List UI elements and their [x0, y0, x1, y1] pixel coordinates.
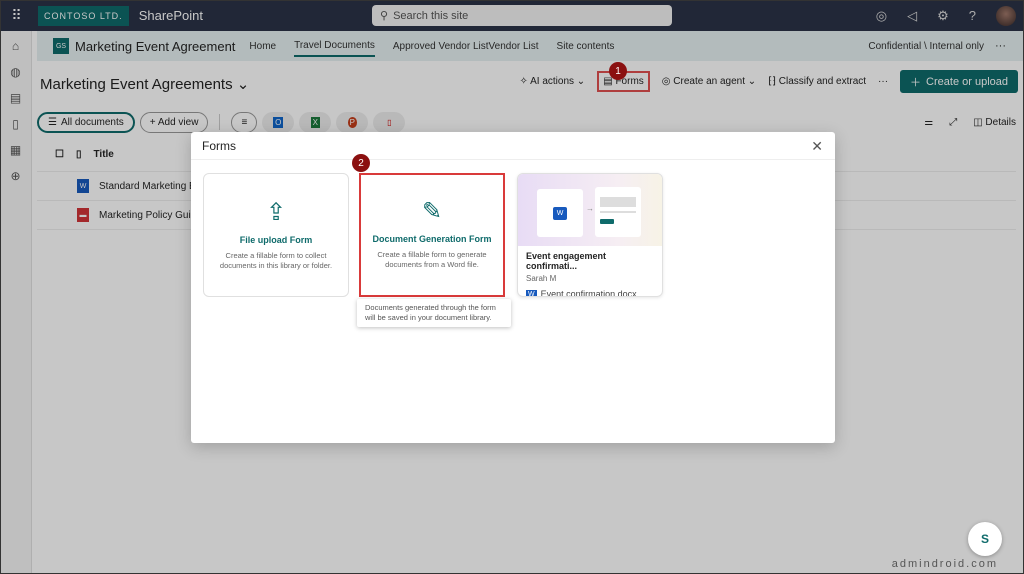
- tooltip: Documents generated through the form wil…: [357, 299, 511, 327]
- arrow-icon: →: [586, 204, 594, 213]
- file-upload-icon: ⇪: [265, 199, 287, 226]
- step-badge-2: 2: [352, 154, 370, 172]
- word-icon: W: [552, 206, 568, 220]
- sharepoint-icon: S: [980, 532, 989, 546]
- document-sparkle-icon: ✎: [421, 198, 443, 225]
- word-file-icon: W: [526, 289, 537, 297]
- watermark: admindroid.com: [891, 558, 998, 570]
- card-title: File upload Form: [239, 235, 313, 245]
- template-title: Event engagement confirmati...: [526, 251, 607, 271]
- template-author: Sarah M: [526, 274, 557, 283]
- dialog-title: Forms: [191, 132, 835, 160]
- form-preview-icon: [595, 187, 641, 237]
- card-description: Create a fillable form to collect docume…: [219, 251, 333, 270]
- sharepoint-fab[interactable]: S: [968, 522, 1002, 556]
- template-preview: W →: [518, 174, 662, 246]
- placeholder-button: [600, 219, 614, 224]
- file-upload-form-card[interactable]: ⇪ File upload Form Create a fillable for…: [203, 173, 349, 297]
- step-badge-1: 1: [609, 62, 627, 80]
- document-generation-form-card[interactable]: ✎ Document Generation Form Create a fill…: [359, 173, 505, 297]
- forms-dialog: Forms ✕ ⇪ File upload Form Create a fill…: [191, 132, 835, 443]
- template-card[interactable]: W → Event engagement confirmati... Sarah…: [517, 173, 663, 297]
- card-description: Create a fillable form to generate docum…: [377, 250, 487, 269]
- placeholder-block: [600, 197, 636, 207]
- word-logo: W: [537, 189, 583, 237]
- template-file: Event confirmation.docx: [540, 289, 637, 297]
- close-icon[interactable]: ✕: [811, 138, 823, 155]
- card-title: Document Generation Form: [372, 234, 492, 244]
- placeholder-line: [600, 211, 636, 213]
